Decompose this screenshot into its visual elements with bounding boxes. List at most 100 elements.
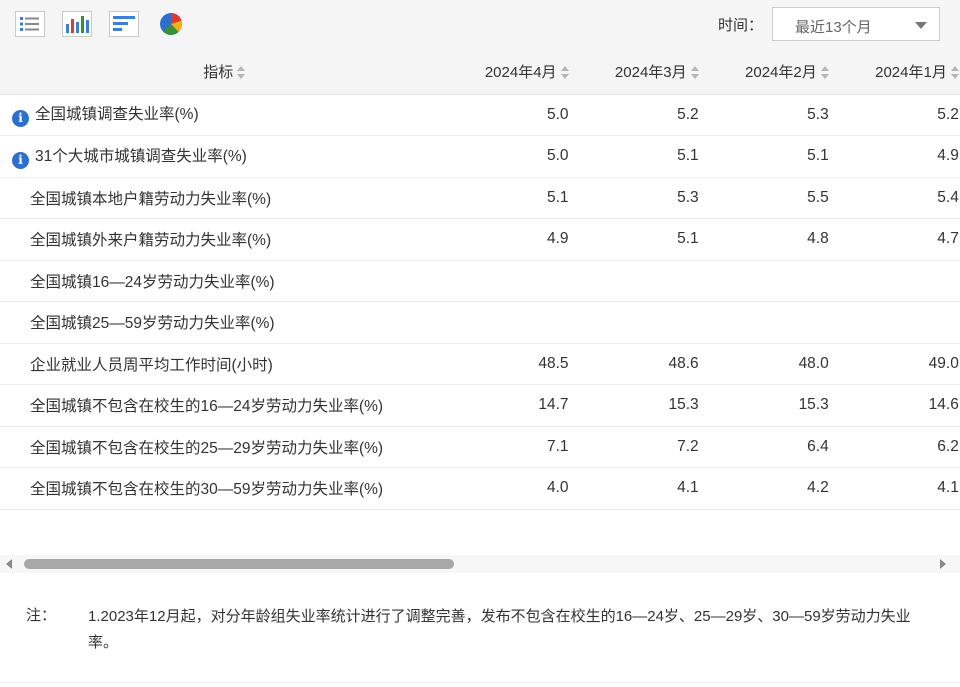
pie-chart-icon[interactable] xyxy=(157,11,187,37)
data-table: 指标 2024年4月 2024年3月 2024年2月 2024年1月 2023 xyxy=(0,50,960,510)
value-cell: 4.9 xyxy=(839,135,960,178)
indicator-name: 全国城镇不包含在校生的16—24岁劳动力失业率(%) xyxy=(30,398,384,416)
indicator-name: 全国城镇不包含在校生的30—59岁劳动力失业率(%) xyxy=(30,481,384,499)
value-cell: 14.6 xyxy=(839,384,960,427)
column-header-label: 指标 xyxy=(203,64,234,82)
value-cell: 4.7 xyxy=(839,218,960,261)
value-cell xyxy=(709,260,840,302)
table-row: 全国城镇不包含在校生的25—29岁劳动力失业率(%) 7.1 7.2 6.4 6.2 xyxy=(0,426,960,468)
indicator-name: 全国城镇16—24岁劳动力失业率(%) xyxy=(30,273,275,291)
column-header-label: 2024年3月 xyxy=(614,64,687,82)
column-header-month[interactable]: 2024年2月 xyxy=(709,50,840,95)
indicator-cell: 全国城镇25—59岁劳动力失业率(%) xyxy=(0,301,450,344)
value-cell: 5.5 xyxy=(709,177,840,219)
table-row: i 全国城镇调查失业率(%) 5.0 5.2 5.3 5.2 xyxy=(0,94,960,136)
value-cell: 4.9 xyxy=(449,218,580,261)
value-cell: 5.1 xyxy=(579,218,710,261)
time-label: 时间： xyxy=(718,17,764,34)
sort-icon[interactable] xyxy=(690,66,700,80)
indicator-cell: i 全国城镇调查失业率(%) xyxy=(0,94,450,136)
table-view-icon[interactable] xyxy=(15,11,45,37)
sort-icon[interactable] xyxy=(820,66,830,80)
value-cell xyxy=(709,301,840,344)
table-row: 企业就业人员周平均工作时间(小时) 48.5 48.6 48.0 49.0 xyxy=(0,343,960,385)
value-cell: 5.3 xyxy=(709,94,840,136)
info-icon[interactable]: i xyxy=(12,151,29,169)
column-header-indicator[interactable]: 指标 xyxy=(0,50,450,95)
indicator-name: 31个大城市城镇调查失业率(%) xyxy=(35,147,247,165)
table-row: 全国城镇本地户籍劳动力失业率(%) 5.1 5.3 5.5 5.4 xyxy=(0,177,960,219)
notes-label: 注： xyxy=(26,607,57,624)
value-cell: 5.4 xyxy=(839,177,960,219)
indicator-name: 全国城镇25—59岁劳动力失业率(%) xyxy=(30,315,275,333)
time-range-select[interactable]: 最近13个月 xyxy=(772,7,940,41)
value-cell: 5.2 xyxy=(579,94,710,136)
table-header-row: 指标 2024年4月 2024年3月 2024年2月 2024年1月 2023 xyxy=(0,50,960,95)
horizontal-bar-chart-icon[interactable] xyxy=(109,11,139,37)
indicator-name: 全国城镇本地户籍劳动力失业率(%) xyxy=(30,190,272,208)
scrollbar-thumb[interactable] xyxy=(24,559,454,569)
value-cell: 48.0 xyxy=(709,343,840,385)
table-row: 全国城镇不包含在校生的16—24岁劳动力失业率(%) 14.7 15.3 15.3 14… xyxy=(0,384,960,427)
value-cell xyxy=(839,260,960,302)
indicator-name: 企业就业人员周平均工作时间(小时) xyxy=(30,356,273,374)
value-cell xyxy=(579,260,710,302)
value-cell: 5.3 xyxy=(579,177,710,219)
value-cell: 15.3 xyxy=(579,384,710,427)
table-row: 全国城镇25—59岁劳动力失业率(%) xyxy=(0,301,960,344)
value-cell: 48.5 xyxy=(449,343,580,385)
table-row: i 31个大城市城镇调查失业率(%) 5.0 5.1 5.1 4.9 xyxy=(0,135,960,178)
scroll-left-icon[interactable] xyxy=(6,559,12,569)
indicator-cell: 全国城镇本地户籍劳动力失业率(%) xyxy=(0,177,450,219)
value-cell: 5.1 xyxy=(449,177,580,219)
scroll-right-icon[interactable] xyxy=(940,559,946,569)
value-cell xyxy=(579,301,710,344)
value-cell: 5.1 xyxy=(579,135,710,178)
indicator-cell: 全国城镇16—24岁劳动力失业率(%) xyxy=(0,260,450,302)
value-cell: 4.0 xyxy=(449,467,580,510)
value-cell: 4.2 xyxy=(709,467,840,510)
column-header-month[interactable]: 2024年4月 xyxy=(449,50,580,95)
indicator-cell: 企业就业人员周平均工作时间(小时) xyxy=(0,343,450,385)
indicator-cell: 全国城镇外来户籍劳动力失业率(%) xyxy=(0,218,450,261)
column-header-month[interactable]: 2024年3月 xyxy=(579,50,710,95)
indicator-name: 全国城镇外来户籍劳动力失业率(%) xyxy=(30,232,272,250)
time-range-value: 最近13个月 xyxy=(795,19,872,36)
info-icon[interactable]: i xyxy=(12,110,29,128)
value-cell: 48.6 xyxy=(579,343,710,385)
value-cell: 4.8 xyxy=(709,218,840,261)
sort-icon[interactable] xyxy=(237,66,246,80)
sort-icon[interactable] xyxy=(560,66,570,80)
value-cell: 5.2 xyxy=(839,94,960,136)
column-header-label: 2024年1月 xyxy=(875,64,947,82)
value-cell xyxy=(839,301,960,344)
horizontal-scrollbar[interactable] xyxy=(0,555,960,573)
divider xyxy=(0,682,960,683)
value-cell: 5.1 xyxy=(709,135,840,178)
toolbar: 时间： 最近13个月 xyxy=(0,0,960,50)
sort-icon[interactable] xyxy=(950,66,960,80)
indicator-cell: 全国城镇不包含在校生的25—29岁劳动力失业率(%) xyxy=(0,426,450,468)
indicator-cell: 全国城镇不包含在校生的16—24岁劳动力失业率(%) xyxy=(0,384,450,427)
value-cell: 5.0 xyxy=(449,94,580,136)
table-row: 全国城镇外来户籍劳动力失业率(%) 4.9 5.1 4.8 4.7 xyxy=(0,218,960,261)
value-cell: 6.4 xyxy=(709,426,840,468)
value-cell: 4.1 xyxy=(579,467,710,510)
indicator-name: 全国城镇不包含在校生的25—29岁劳动力失业率(%) xyxy=(30,439,384,457)
value-cell: 14.7 xyxy=(449,384,580,427)
bar-chart-icon[interactable] xyxy=(62,11,92,37)
indicator-cell: i 31个大城市城镇调查失业率(%) xyxy=(0,135,450,178)
column-header-label: 2024年4月 xyxy=(484,64,557,82)
value-cell: 5.0 xyxy=(449,135,580,178)
indicator-name: 全国城镇调查失业率(%) xyxy=(35,106,199,124)
table-row: 全国城镇16—24岁劳动力失业率(%) xyxy=(0,260,960,302)
value-cell xyxy=(449,301,580,344)
value-cell: 15.3 xyxy=(709,384,840,427)
value-cell: 6.2 xyxy=(839,426,960,468)
column-header-month[interactable]: 2024年1月 xyxy=(839,50,960,95)
indicator-cell: 全国城镇不包含在校生的30—59岁劳动力失业率(%) xyxy=(0,467,450,510)
table-row: 全国城镇不包含在校生的30—59岁劳动力失业率(%) 4.0 4.1 4.2 4.1 xyxy=(0,467,960,510)
value-cell: 49.0 xyxy=(839,343,960,385)
value-cell: 4.1 xyxy=(839,467,960,510)
value-cell xyxy=(449,260,580,302)
